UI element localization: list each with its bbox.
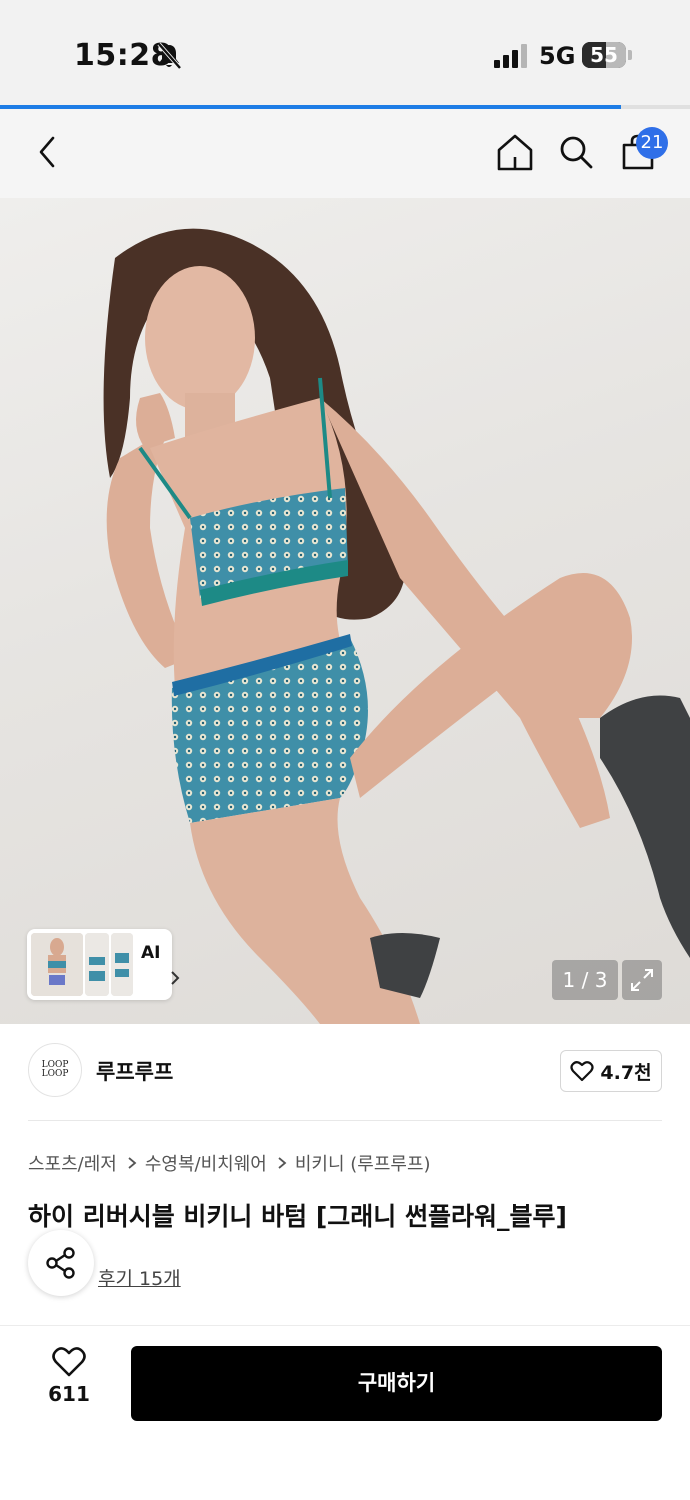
review-link[interactable]: 후기 15개 — [98, 1264, 181, 1291]
brand-name[interactable]: 루프루프 — [96, 1056, 173, 1086]
back-icon — [39, 136, 55, 168]
cart-count-badge: 21 — [636, 127, 668, 159]
model-photo-illustration — [103, 228, 690, 1024]
network-type: 5G — [539, 42, 576, 70]
bell-off-icon — [157, 42, 182, 70]
thumbnail-image-3 — [111, 933, 133, 996]
expand-icon — [631, 969, 653, 991]
ai-similar-items-button[interactable]: AI — [27, 929, 180, 1000]
thumbnail-image-1 — [31, 933, 83, 996]
thumbnail-3 — [111, 933, 133, 996]
brand-like-count: 4.7천 — [600, 1061, 652, 1084]
battery-cap — [628, 50, 632, 60]
breadcrumb-item-bikini[interactable]: 비키니 (루프루프) — [295, 1150, 431, 1176]
chevron-right-icon — [278, 1157, 287, 1169]
ai-label: AI — [141, 943, 161, 963]
chevron-right-icon — [128, 1157, 137, 1169]
product-detail-page: 15:28 5G 55 21 AI 1 / 3 LOOP LOOP 루프루프 4… — [0, 0, 690, 1500]
buy-button[interactable]: 구매하기 — [131, 1346, 662, 1421]
product-title: 하이 리버시블 비키니 바텀 [그래니 썬플라워_블루] — [28, 1202, 567, 1231]
chevron-right-icon — [171, 971, 180, 985]
wishlist-button[interactable]: 611 — [30, 1346, 108, 1422]
home-button[interactable] — [490, 127, 540, 177]
home-icon — [497, 134, 533, 171]
breadcrumb-item-swimwear[interactable]: 수영복/비치웨어 — [145, 1150, 267, 1176]
expand-image-button[interactable] — [622, 960, 662, 1000]
heart-icon — [570, 1061, 595, 1082]
search-button[interactable] — [551, 127, 601, 177]
breadcrumb: 스포츠/레저 수영복/비치웨어 비키니 (루프루프) — [28, 1150, 431, 1176]
top-navigation — [0, 109, 690, 198]
thumbnail-2 — [85, 933, 109, 996]
battery-level: 55 — [590, 43, 618, 67]
status-bar: 15:28 5G 55 — [0, 0, 690, 105]
image-page-indicator: 1 / 3 — [552, 960, 618, 1000]
share-icon — [46, 1247, 75, 1279]
breadcrumb-item-sports[interactable]: 스포츠/레저 — [28, 1150, 117, 1176]
thumbnail-1 — [31, 933, 83, 996]
share-button[interactable] — [28, 1230, 94, 1296]
brand-logo[interactable]: LOOP LOOP — [28, 1043, 82, 1097]
heart-icon — [52, 1347, 86, 1377]
wishlist-count: 611 — [48, 1382, 90, 1406]
back-button[interactable] — [22, 127, 72, 177]
product-photo[interactable] — [0, 198, 690, 1024]
search-icon — [560, 136, 593, 169]
thumbnail-image-2 — [85, 933, 109, 996]
brand-like-button[interactable]: 4.7천 — [560, 1050, 662, 1092]
divider — [28, 1120, 662, 1121]
battery-icon: 55 — [582, 42, 626, 68]
brand-logo-line2: LOOP — [41, 1069, 69, 1079]
cellular-signal-icon — [494, 44, 527, 68]
